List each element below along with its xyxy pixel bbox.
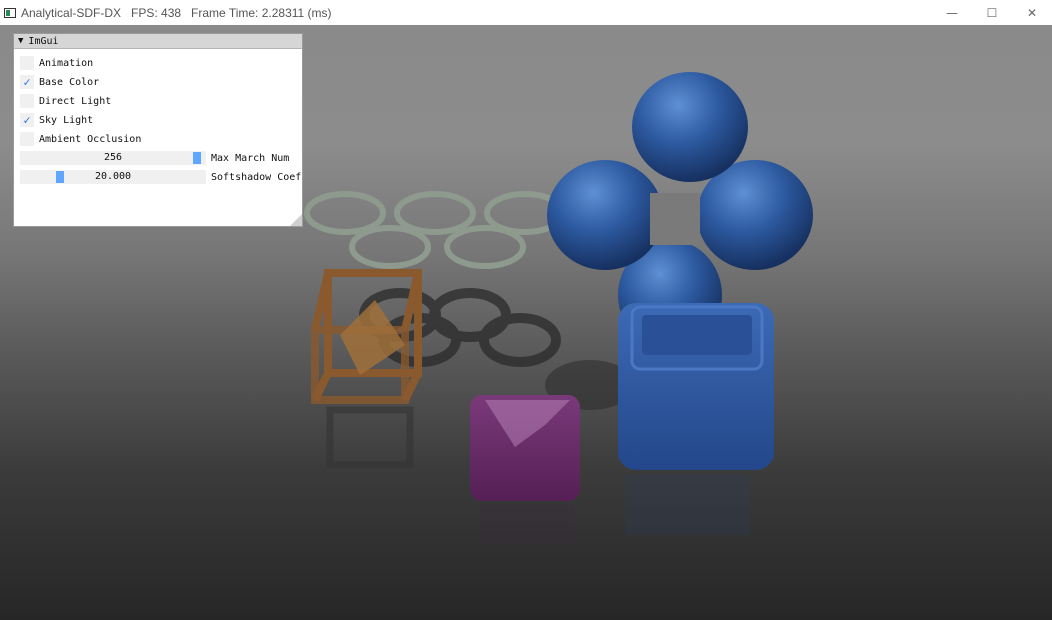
checkbox-sky-light[interactable]: ✓ Sky Light <box>20 112 93 128</box>
imgui-panel: ▼ ImGui Animation ✓ Base Color Direct Li… <box>13 33 303 227</box>
slider-track[interactable]: 256 <box>20 151 206 165</box>
checkbox-label: Ambient Occlusion <box>39 133 142 145</box>
checkbox-label: Sky Light <box>39 114 94 126</box>
slider-label: Max March Num <box>211 152 290 164</box>
imgui-title: ImGui <box>28 35 59 47</box>
checkbox-label: Direct Light <box>39 95 112 107</box>
check-mark-icon: ✓ <box>23 113 31 127</box>
slider-max-march-num[interactable]: 256 Max March Num <box>20 151 289 165</box>
frame-cube-reflection <box>326 406 414 469</box>
slider-value: 256 <box>103 152 123 163</box>
checkbox-box[interactable] <box>20 94 34 108</box>
checkbox-label: Animation <box>39 57 94 69</box>
window-title: Analytical-SDF-DX FPS: 438 Frame Time: 2… <box>21 5 332 20</box>
imgui-title-bar[interactable]: ▼ ImGui <box>14 34 302 49</box>
checkbox-box[interactable] <box>20 56 34 70</box>
collapse-arrow-icon[interactable]: ▼ <box>18 36 23 46</box>
checkbox-box[interactable]: ✓ <box>20 75 34 89</box>
close-button[interactable]: ✕ <box>1012 0 1052 25</box>
torus-rings <box>304 191 566 269</box>
app-icon <box>4 7 16 18</box>
slider-track[interactable]: 20.000 <box>20 170 206 184</box>
check-mark-icon: ✓ <box>23 75 31 89</box>
minimize-button[interactable]: — <box>932 0 972 25</box>
maximize-button[interactable]: ☐ <box>972 0 1012 25</box>
blue-box-reflection <box>625 475 750 535</box>
checkbox-label: Base Color <box>39 76 100 88</box>
title-bar: Analytical-SDF-DX FPS: 438 Frame Time: 2… <box>0 0 1052 25</box>
checkbox-base-color[interactable]: ✓ Base Color <box>20 74 99 90</box>
resize-grip[interactable] <box>290 214 302 226</box>
purple-box-reflection <box>480 505 575 545</box>
window-controls: — ☐ ✕ <box>932 0 1052 25</box>
blue-box <box>618 303 774 470</box>
checkbox-ambient-occlusion[interactable]: Ambient Occlusion <box>20 131 141 147</box>
checkbox-box[interactable]: ✓ <box>20 113 34 127</box>
checkbox-animation[interactable]: Animation <box>20 55 93 71</box>
frame-cube-inner <box>340 300 405 375</box>
slider-softshadow-coef[interactable]: 20.000 Softshadow Coef <box>20 170 301 184</box>
checkbox-box[interactable] <box>20 132 34 146</box>
checkbox-direct-light[interactable]: Direct Light <box>20 93 111 109</box>
purple-box <box>470 395 580 501</box>
app-window: Analytical-SDF-DX FPS: 438 Frame Time: 2… <box>0 0 1052 620</box>
slider-label: Softshadow Coef <box>211 171 302 183</box>
slider-value: 20.000 <box>94 171 132 182</box>
